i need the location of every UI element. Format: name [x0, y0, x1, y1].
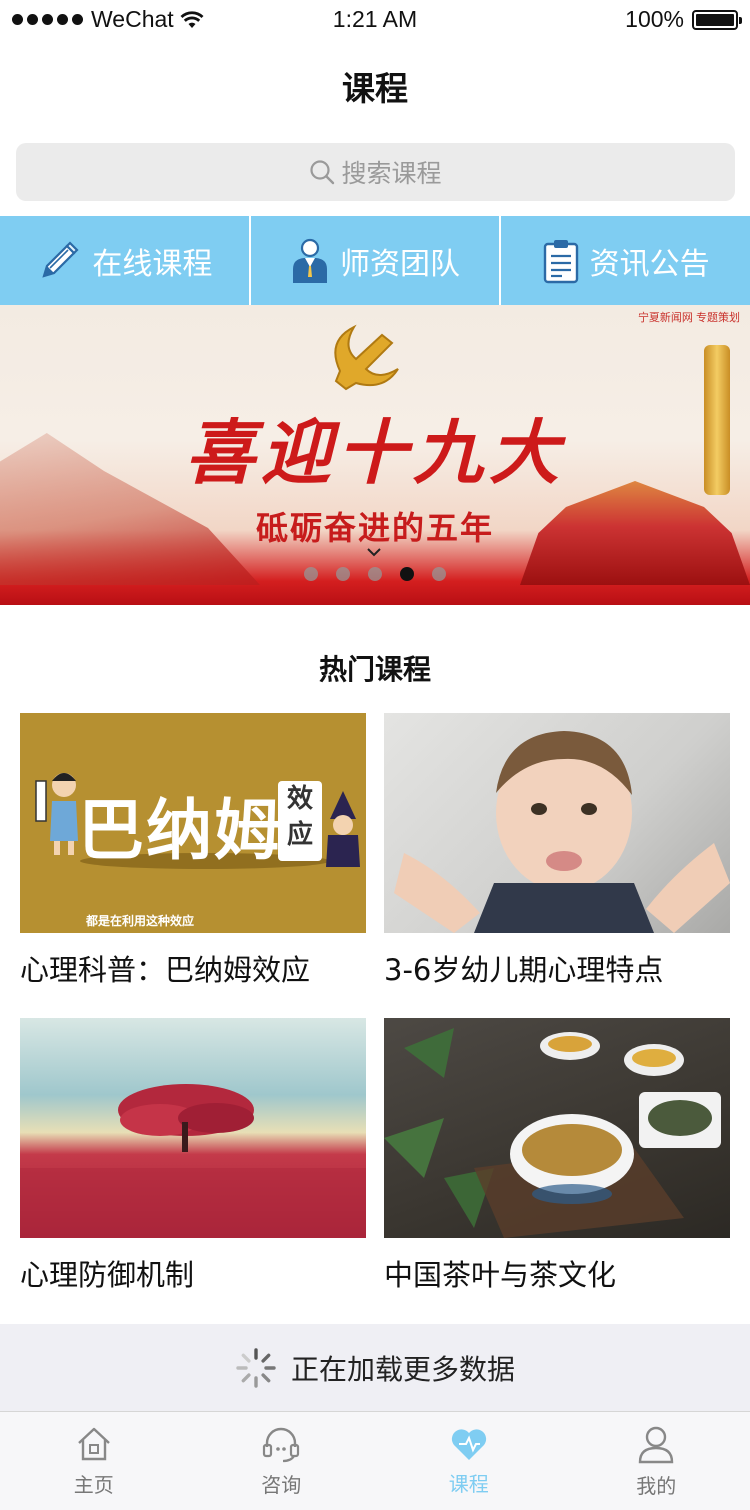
carousel-pager[interactable] — [304, 567, 446, 581]
course-thumbnail — [384, 1018, 730, 1238]
search-icon — [310, 160, 335, 185]
banner-subline: 砥砺奋进的五年 — [255, 509, 494, 547]
course-thumbnail: 巴纳姆 效应 都是在利用这种效应 — [20, 713, 366, 933]
course-name: 心理科普：巴纳姆效应 — [20, 953, 311, 987]
tab-mine[interactable]: 我的 — [563, 1412, 750, 1510]
heart-icon — [451, 1428, 486, 1460]
course-name: 心理防御机制 — [20, 1258, 195, 1292]
loading-more-bar: 正在加载更多数据 — [0, 1324, 750, 1411]
status-bar: WeChat 1:21 AM 100% — [0, 0, 750, 40]
course-card[interactable]: 巴纳姆 效应 都是在利用这种效应 心理科普：巴纳姆效应 — [20, 713, 366, 989]
loading-spinner-icon — [236, 1347, 276, 1388]
pager-dot-active[interactable] — [400, 567, 414, 581]
fortune-teller-figure — [35, 773, 78, 855]
category-label: 师资团队 — [340, 246, 460, 282]
clipboard-icon — [543, 239, 578, 283]
hot-courses-title: 热门课程 — [318, 653, 431, 686]
home-icon — [77, 1427, 110, 1460]
chevron-down-icon — [367, 548, 381, 557]
course-card[interactable]: 心理防御机制 — [20, 1018, 366, 1294]
pager-dot[interactable] — [432, 567, 446, 581]
thumb-caption: 都是在利用这种效应 — [85, 914, 194, 928]
tab-label: 我的 — [636, 1473, 677, 1498]
tab-label: 课程 — [448, 1471, 489, 1496]
course-card[interactable]: 3-6岁幼儿期心理特点 — [384, 713, 730, 989]
category-teachers[interactable]: 师资团队 — [251, 216, 502, 305]
tab-label: 咨询 — [261, 1472, 302, 1497]
thumb-title: 巴纳姆 — [78, 792, 282, 869]
category-bar: 在线课程 师资团队 资讯公告 — [0, 216, 750, 305]
loading-text: 正在加载更多数据 — [290, 1352, 515, 1386]
battery-percent: 100% — [625, 6, 684, 32]
battery-group: 100% — [625, 6, 742, 33]
wizard-figure — [326, 791, 360, 867]
banner-corner-tag: 宁夏新闻网 专题策划 — [637, 312, 740, 324]
search-placeholder: 搜索课程 — [341, 159, 442, 188]
tab-courses[interactable]: 课程 — [375, 1412, 563, 1510]
pencil-icon — [42, 240, 79, 278]
thumb-badge: 效应 — [278, 781, 322, 861]
pager-dot[interactable] — [336, 567, 350, 581]
red-tree-photo — [20, 1084, 366, 1238]
headset-icon — [263, 1427, 300, 1462]
banner-carousel[interactable]: 宁夏新闻网 专题策划 喜迎十九大 砥砺奋进的五年 — [0, 305, 750, 605]
course-card[interactable]: 中国茶叶与茶文化 — [384, 1018, 730, 1294]
category-label: 在线课程 — [92, 246, 213, 282]
pager-dot[interactable] — [304, 567, 318, 581]
course-thumbnail — [384, 713, 730, 933]
search-input[interactable]: 搜索课程 — [16, 143, 735, 201]
tea-photo — [384, 1028, 721, 1238]
teacher-icon — [293, 238, 327, 283]
tab-home[interactable]: 主页 — [0, 1412, 188, 1510]
user-icon — [639, 1426, 674, 1463]
category-announcements[interactable]: 资讯公告 — [501, 216, 750, 305]
pager-dot[interactable] — [368, 567, 382, 581]
banner-headline: 喜迎十九大 — [185, 411, 565, 494]
page-title: 课程 — [342, 69, 408, 108]
course-thumbnail — [20, 1018, 366, 1238]
category-online-courses[interactable]: 在线课程 — [0, 216, 251, 305]
battery-icon — [692, 9, 742, 30]
course-name: 中国茶叶与茶文化 — [384, 1258, 617, 1292]
tab-label: 主页 — [73, 1472, 114, 1497]
course-name: 3-6岁幼儿期心理特点 — [384, 953, 664, 987]
category-label: 资讯公告 — [589, 246, 710, 282]
toddler-photo — [394, 731, 730, 933]
tab-consult[interactable]: 咨询 — [188, 1412, 376, 1510]
party-emblem-icon — [334, 324, 399, 391]
bottom-tab-bar: 主页 咨询 课程 我的 — [0, 1411, 750, 1510]
